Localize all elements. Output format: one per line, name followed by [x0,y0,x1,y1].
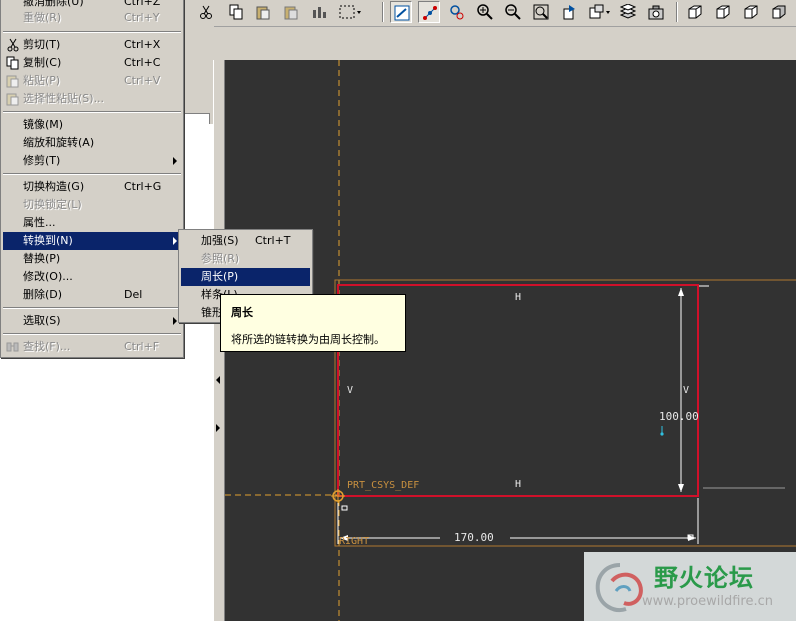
menu-separator [3,307,181,309]
menu-separator [3,31,181,33]
paste-icon [6,74,20,88]
find-icon [6,340,20,354]
tooltip: 周长 将所选的链转换为由周长控制。 [220,294,406,352]
constraint-v-right: V [683,385,690,396]
watermark-logo-icon [595,563,643,612]
csys-label: PRT_CSYS_DEF [347,480,420,491]
menu-item-properties[interactable]: 属性... [3,214,181,232]
repaint-icon[interactable] [558,1,580,23]
menu-item-toggle-lock[interactable]: 切换锁定(L) [3,196,181,214]
watermark-title: 野火论坛 [654,564,754,592]
dimension-vertical[interactable]: 100.00 [659,410,699,423]
menu-item-paste[interactable]: 粘贴(P) Ctrl+V [3,72,181,90]
menu-item-copy[interactable]: 复制(C) Ctrl+C [3,54,181,72]
edit-menu: 撤消删除(U) Ctrl+Z 重做(R) Ctrl+Y 剪切(T) Ctrl+X… [0,0,184,358]
constraint-h-bottom: H [515,479,522,490]
vertex-icon[interactable] [418,1,440,23]
submenu-item-perimeter[interactable]: 周长(P) [181,268,310,286]
menu-item-paste-special[interactable]: 选择性粘贴(S)... [3,90,181,108]
collapse-left-icon[interactable] [216,376,220,384]
menu-item-convert-to[interactable]: 转换到(N) [3,232,181,250]
menu-separator [3,111,181,113]
menu-item-scale-rotate[interactable]: 缩放和旋转(A) [3,134,181,152]
view-front-icon[interactable] [712,1,734,23]
orient-icon[interactable] [586,1,614,23]
constraint-h-top: H [515,292,522,303]
menu-item-cut[interactable]: 剪切(T) Ctrl+X [3,36,181,54]
submenu-arrow-icon [173,237,177,245]
submenu-arrow-icon [173,157,177,165]
view-iso-icon[interactable] [684,1,706,23]
copy-icon[interactable] [225,1,247,23]
camera-icon[interactable] [645,1,667,23]
menu-item-mirror[interactable]: 镜像(M) [3,116,181,134]
menu-item-trim[interactable]: 修剪(T) [3,152,181,170]
submenu-item-strengthen[interactable]: 加强(S) Ctrl+T [181,232,310,250]
tooltip-description: 将所选的链转换为由周长控制。 [231,333,385,346]
menu-separator [3,173,181,175]
menu-item-select[interactable]: 选取(S) [3,312,181,330]
watermark: 野火论坛 www.proewildfire.cn [584,552,796,621]
paste-special-icon [6,92,20,106]
copy-icon [6,56,20,70]
tooltip-title: 周长 [231,306,253,319]
layers-icon[interactable] [617,1,639,23]
constraint-v-left: V [347,385,354,396]
expand-right-icon[interactable] [216,424,220,432]
menu-item-redo[interactable]: 重做(R) Ctrl+Y [3,9,181,27]
sketch-display-icon[interactable] [390,1,412,23]
cut-icon[interactable] [195,1,217,23]
watermark-url: www.proewildfire.cn [642,594,773,609]
submenu-arrow-icon [173,317,177,325]
dimension-horizontal[interactable]: 170.00 [454,531,494,544]
regenerate-icon[interactable] [308,1,330,23]
view-shaded-icon[interactable] [768,1,790,23]
datum-label: RIGHT [339,536,370,547]
menu-separator [3,333,181,335]
cut-icon [6,38,20,52]
paste-special-icon[interactable] [280,1,302,23]
menu-item-delete[interactable]: 删除(D) Del [3,286,181,304]
select-box-icon[interactable] [336,1,364,23]
menu-item-find[interactable]: 查找(F)... Ctrl+F [3,338,181,356]
constraint-icon[interactable] [446,1,468,23]
menu-item-modify[interactable]: 修改(O)... [3,268,181,286]
paste-icon[interactable] [252,1,274,23]
zoom-in-icon[interactable] [474,1,496,23]
zoom-out-icon[interactable] [502,1,524,23]
view-top-icon[interactable] [740,1,762,23]
submenu-item-reference[interactable]: 参照(R) [181,250,310,268]
menu-item-replace[interactable]: 替换(P) [3,250,181,268]
menu-item-toggle-construction[interactable]: 切换构造(G) Ctrl+G [3,178,181,196]
zoom-fit-icon[interactable] [530,1,552,23]
